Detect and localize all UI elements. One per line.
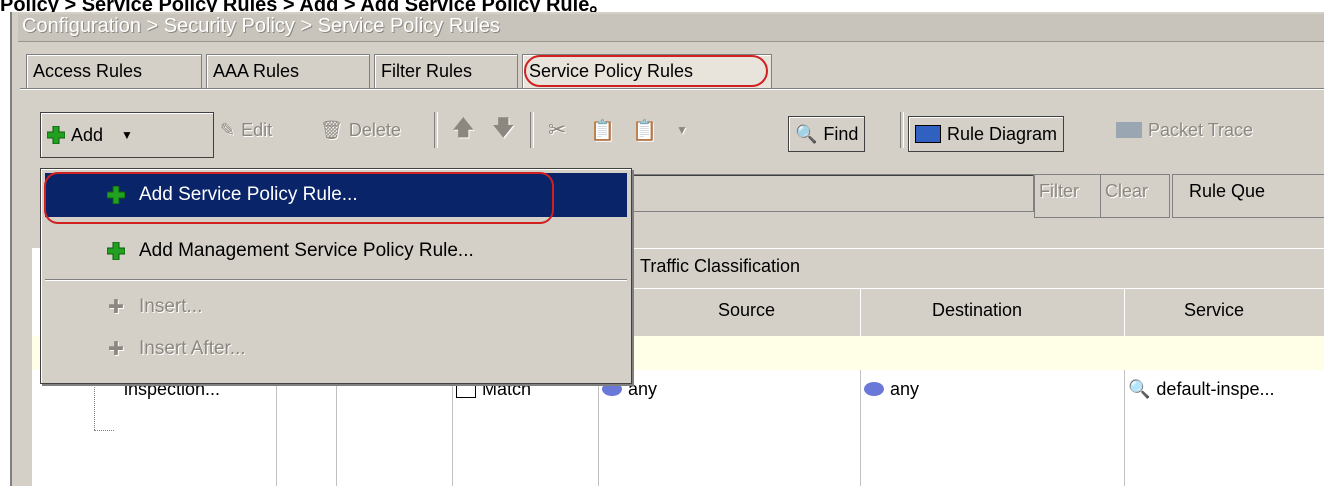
delete-label: Delete: [348, 119, 401, 140]
menu-item-label: Insert After...: [139, 338, 246, 359]
column-divider: [860, 370, 861, 486]
filter-bar: Filter Clear Rule Que: [620, 168, 1324, 218]
menu-separator: [45, 279, 627, 281]
network-icon: [602, 382, 622, 396]
paste-dropdown[interactable]: ▼: [676, 104, 688, 156]
filter-input[interactable]: [630, 174, 1034, 212]
menu-item-add-management-service-policy-rule[interactable]: Add Management Service Policy Rule...: [45, 229, 627, 273]
edit-icon: ✎: [220, 119, 236, 140]
menu-item-label: Add Management Service Policy Rule...: [139, 240, 474, 261]
edit-label: Edit: [241, 119, 273, 140]
packet-trace-icon: [1116, 122, 1142, 138]
packet-trace-button[interactable]: Packet Trace: [1116, 104, 1253, 156]
column-divider: [1124, 370, 1125, 486]
service-value: default-inspe...: [1156, 378, 1275, 399]
find-label: Find: [823, 123, 859, 144]
tab-access-rules[interactable]: Access Rules: [26, 54, 202, 88]
menu-item-label: Insert...: [139, 296, 203, 317]
packet-trace-label: Packet Trace: [1148, 119, 1254, 140]
tab-divider: [20, 88, 1324, 90]
find-button[interactable]: 🔍 Find: [788, 116, 866, 152]
plus-icon: [46, 125, 66, 145]
cut-button[interactable]: ✂: [548, 104, 566, 156]
plus-icon: [101, 242, 131, 260]
service-cell[interactable]: 🔍 default-inspe...: [1128, 374, 1275, 404]
add-label: Add: [71, 124, 104, 145]
rule-query-button[interactable]: Rule Que: [1172, 174, 1324, 218]
insert-icon: ✚: [108, 296, 124, 318]
move-up-button[interactable]: 🡅: [452, 104, 475, 156]
network-icon: [864, 382, 884, 396]
rule-diagram-button[interactable]: Rule Diagram: [908, 116, 1065, 152]
search-icon: 🔍: [795, 123, 818, 144]
tab-filter-rules[interactable]: Filter Rules: [374, 54, 518, 88]
tab-highlight-oval: [524, 55, 768, 87]
copy-button[interactable]: 📋: [590, 104, 615, 156]
dropdown-arrow-icon[interactable]: ▼: [121, 128, 133, 142]
insert-after-icon: ✚: [108, 338, 124, 360]
breadcrumb: Configuration > Security Policy > Servic…: [18, 14, 1324, 42]
column-divider: [452, 370, 453, 486]
clear-button[interactable]: Clear: [1100, 174, 1170, 218]
column-divider: [276, 370, 277, 486]
breadcrumb-text: Configuration > Security Policy > Servic…: [22, 15, 500, 37]
diagram-icon: [915, 125, 941, 143]
destination-value: any: [890, 378, 920, 399]
tree-line: [94, 430, 114, 431]
tab-aaa-rules[interactable]: AAA Rules: [206, 54, 370, 88]
trash-icon: 🗑: [320, 119, 343, 140]
column-divider: [336, 370, 337, 486]
search-icon: 🔍: [1128, 378, 1151, 399]
menu-highlight-oval: [44, 172, 554, 224]
toolbar-separator: [900, 112, 904, 148]
toolbar-separator: [530, 112, 534, 148]
scissors-icon: ✂: [548, 117, 567, 142]
filter-button[interactable]: Filter: [1034, 174, 1106, 218]
menu-item-insert[interactable]: ✚ Insert...: [45, 287, 627, 327]
edit-button[interactable]: ✎ Edit: [220, 104, 272, 156]
copy-icon: 📋: [590, 119, 615, 142]
delete-button[interactable]: 🗑 Delete: [320, 104, 401, 156]
menu-item-insert-after[interactable]: ✚ Insert After...: [45, 329, 627, 369]
rule-diagram-label: Rule Diagram: [947, 123, 1058, 144]
column-divider: [598, 370, 599, 486]
destination-cell[interactable]: any: [864, 374, 919, 404]
toolbar: Add ▼ ✎ Edit 🗑 Delete 🡅 🡇 ✂ 📋 📋 ▼ 🔍 Find…: [24, 104, 1324, 158]
paste-button[interactable]: 📋: [632, 104, 657, 156]
paste-icon: 📋: [632, 119, 657, 142]
arrow-down-icon: 🡇: [492, 115, 515, 140]
dropdown-arrow-icon: ▼: [676, 123, 688, 137]
toolbar-separator: [434, 112, 438, 148]
add-button[interactable]: Add ▼: [40, 112, 214, 158]
move-down-button[interactable]: 🡇: [492, 104, 515, 156]
arrow-up-icon: 🡅: [452, 115, 475, 140]
source-value: any: [628, 378, 658, 399]
